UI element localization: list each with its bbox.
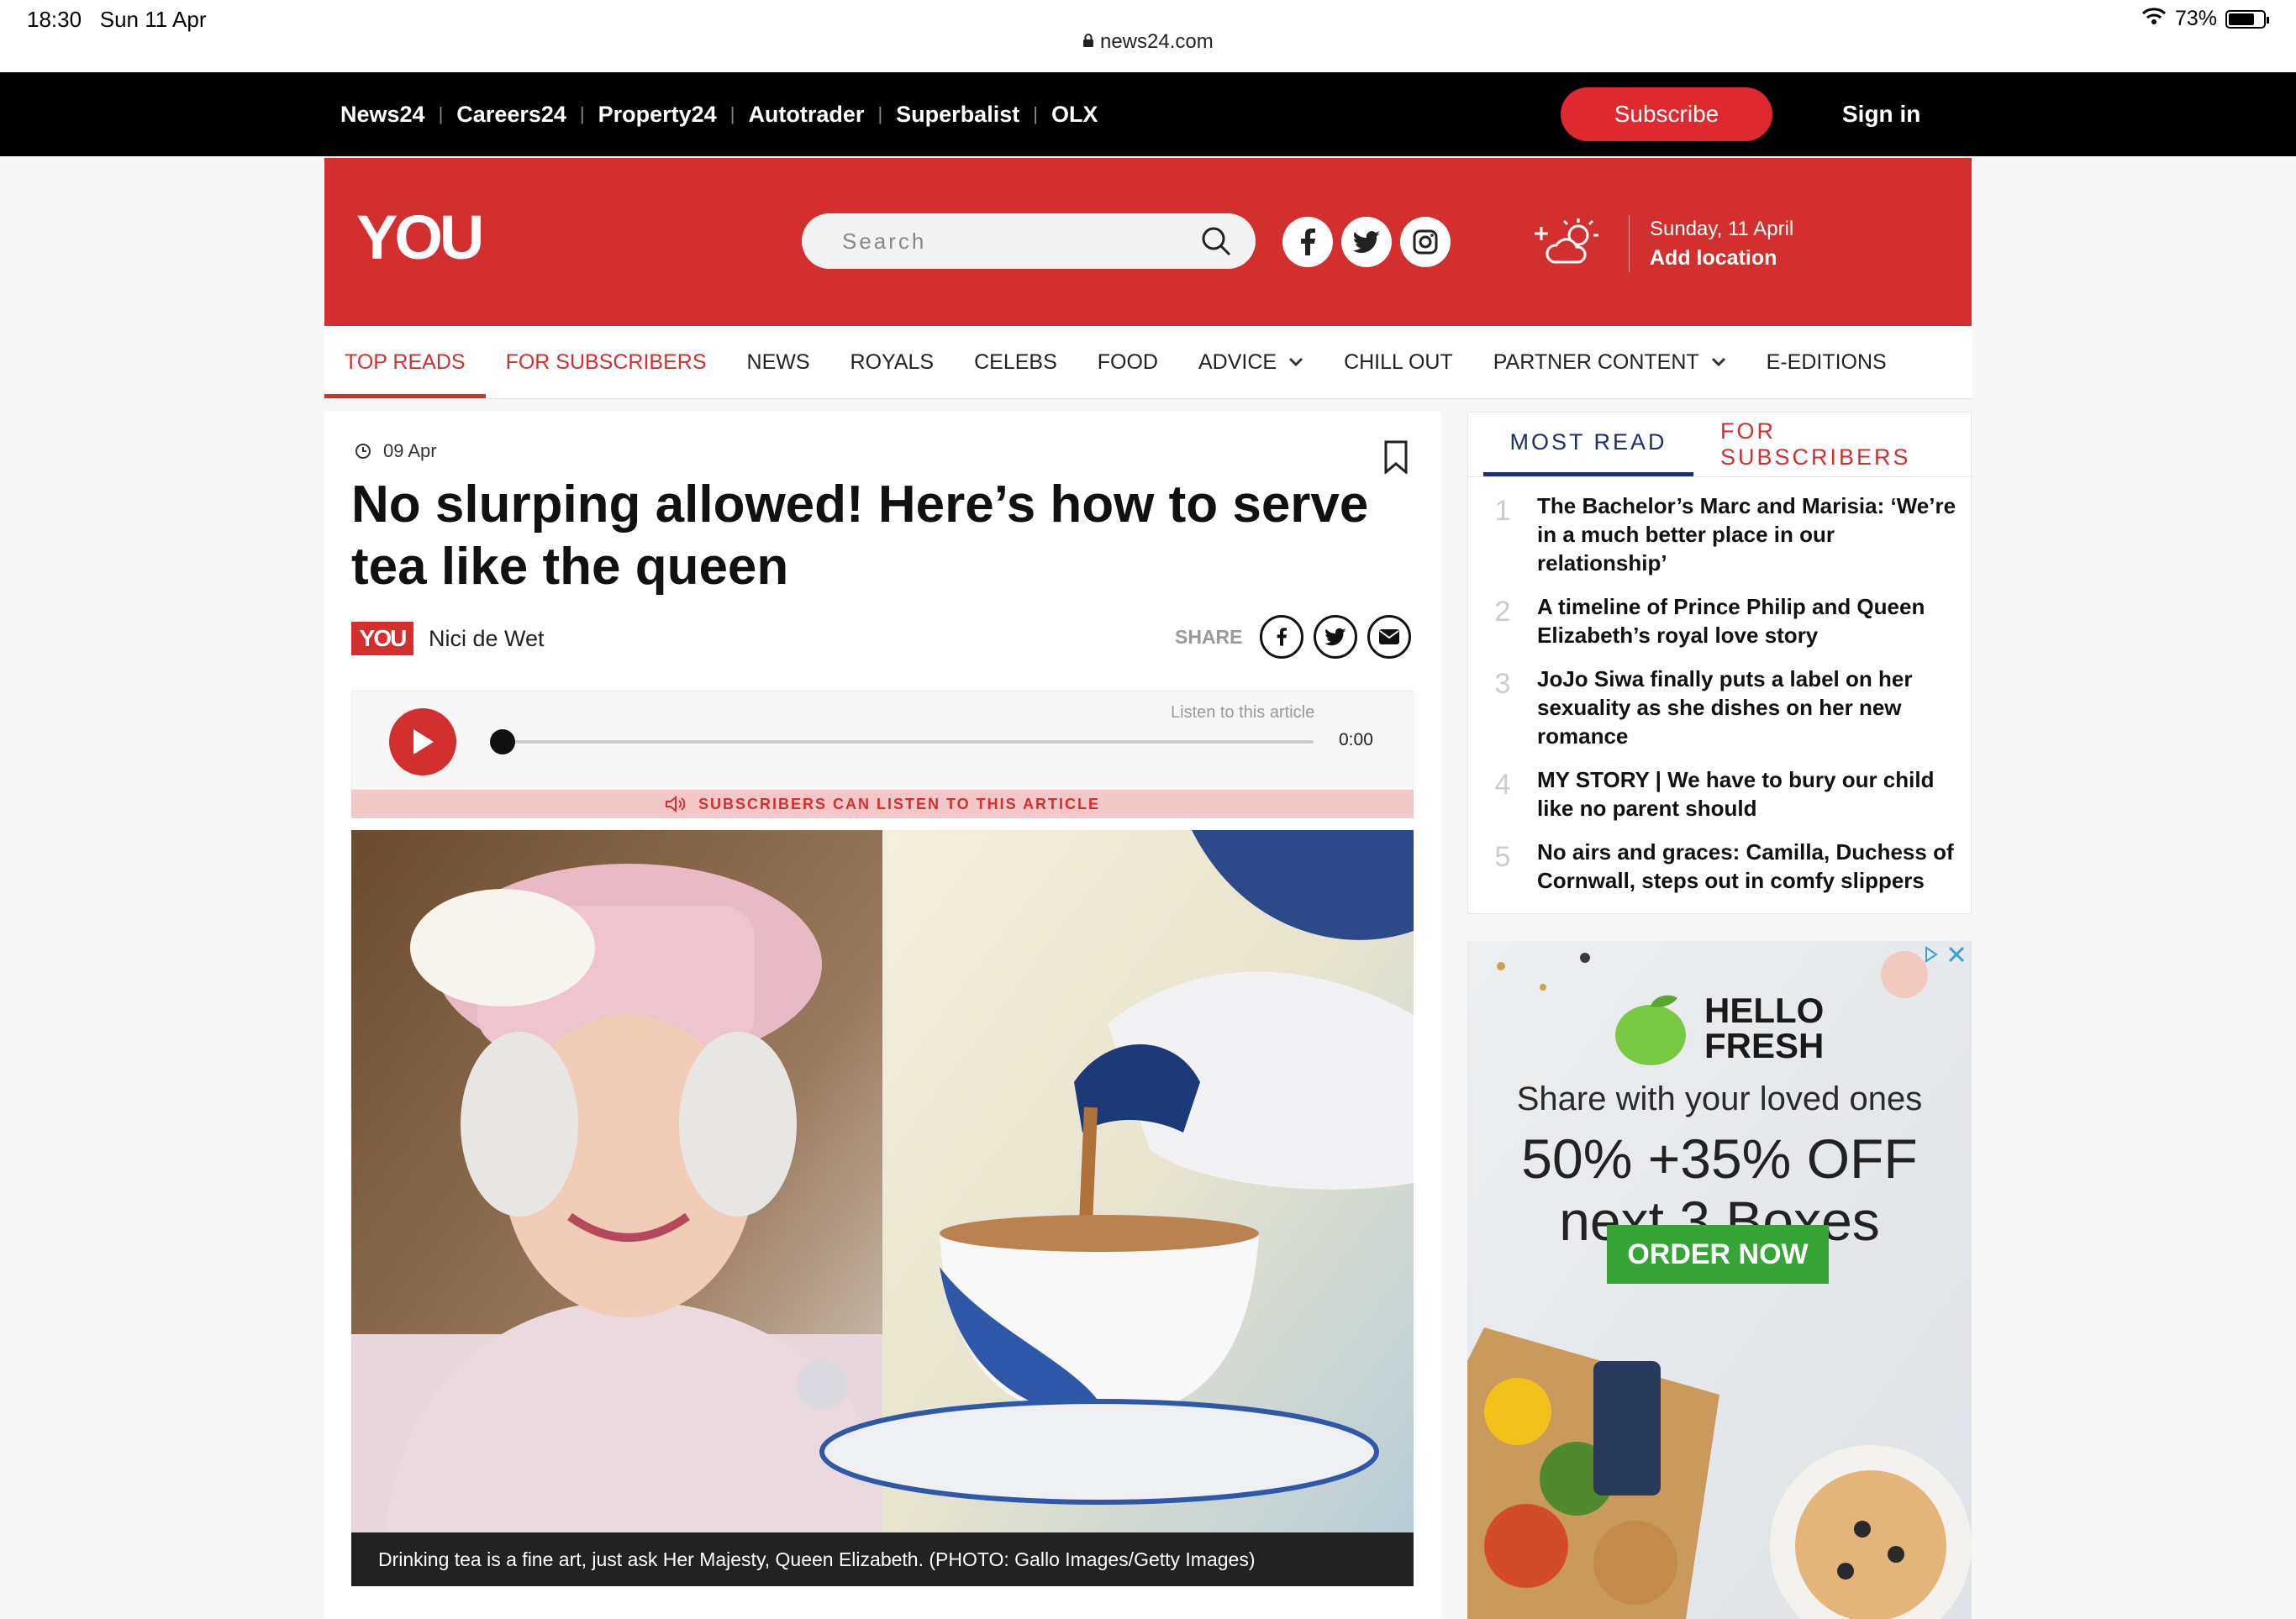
- list-item-number: 3: [1494, 668, 1511, 700]
- address-bar[interactable]: news24.com: [0, 30, 2296, 54]
- ad-tagline: Share with your loved ones: [1516, 1080, 1923, 1117]
- battery-icon: [2225, 9, 2269, 29]
- status-time: 18:30 Sun 11 Apr: [27, 7, 207, 32]
- date-location-block: Sunday, 11 April Add location: [1629, 215, 1793, 272]
- share-twitter-icon[interactable]: [1313, 615, 1357, 659]
- list-item-number: 1: [1494, 495, 1511, 527]
- list-item-title[interactable]: No airs and graces: Camilla, Duchess of …: [1537, 838, 1964, 895]
- search-placeholder: Search: [842, 229, 927, 254]
- instagram-icon[interactable]: [1400, 217, 1451, 267]
- network-link-olx[interactable]: OLX: [1051, 102, 1098, 128]
- photo-caption: Drinking tea is a fine art, just ask Her…: [351, 1532, 1414, 1586]
- network-bar: News24 | Careers24 | Property24 | Autotrade…: [0, 72, 2296, 156]
- list-item[interactable]: 2 A timeline of Prince Philip and Queen …: [1468, 592, 1972, 649]
- browser-status-bar: 18:30 Sun 11 Apr news24.com 73%: [0, 0, 2296, 72]
- audio-time: 0:00: [1339, 730, 1373, 749]
- list-item-number: 5: [1494, 841, 1511, 873]
- audio-progress-track[interactable]: [498, 740, 1314, 744]
- ad-brand: HELLO FRESH: [1704, 991, 1825, 1065]
- url-text: news24.com: [1099, 30, 1214, 53]
- list-item-title[interactable]: JoJo Siwa finally puts a label on her se…: [1537, 665, 1964, 750]
- battery-percent: 73%: [2174, 7, 2217, 30]
- article-dateline: 09 Apr: [355, 440, 437, 462]
- most-read-list: 1 The Bachelor’s Marc and Marisia: ‘We’r…: [1468, 491, 1972, 910]
- nav-news[interactable]: NEWS: [747, 326, 810, 398]
- share-label: SHARE: [1175, 625, 1243, 648]
- list-item[interactable]: 1 The Bachelor’s Marc and Marisia: ‘We’r…: [1468, 491, 1972, 577]
- subscribers-listen-notice: SUBSCRIBERS CAN LISTEN TO THIS ARTICLE: [351, 790, 1414, 818]
- you-logo[interactable]: YOU: [356, 202, 484, 273]
- nav-partner-content-label: PARTNER CONTENT: [1493, 350, 1699, 374]
- speaker-icon: [665, 796, 686, 812]
- audio-player: Listen to this article 0:00: [351, 691, 1414, 790]
- facebook-icon[interactable]: [1282, 217, 1333, 267]
- subscribers-notice-text: SUBSCRIBERS CAN LISTEN TO THIS ARTICLE: [698, 795, 1101, 812]
- bookmark-icon[interactable]: [1383, 440, 1409, 478]
- nav-chill-out[interactable]: CHILL OUT: [1344, 326, 1453, 398]
- lock-icon: [1082, 30, 1100, 53]
- network-link-superbalist[interactable]: Superbalist: [896, 102, 1019, 128]
- tab-for-subscribers[interactable]: FOR SUBSCRIBERS: [1720, 413, 1972, 476]
- you-badge: YOU: [351, 622, 413, 655]
- order-now-button[interactable]: ORDER NOW: [1607, 1225, 1829, 1284]
- share-row: SHARE: [1175, 615, 1411, 659]
- article: 09 Apr No slurping allowed! Here’s how t…: [324, 412, 1440, 1619]
- sign-in-link[interactable]: Sign in: [1842, 72, 1920, 156]
- nav-celebs[interactable]: CELEBS: [974, 326, 1057, 398]
- hellofresh-lime-icon: [1612, 991, 1696, 1071]
- wifi-icon: [2141, 7, 2167, 31]
- chevron-down-icon: [1711, 357, 1725, 367]
- article-headline: No slurping allowed! Here’s how to serve…: [351, 476, 1369, 596]
- list-item-title[interactable]: A timeline of Prince Philip and Queen El…: [1537, 592, 1964, 649]
- nav-partner-content[interactable]: PARTNER CONTENT: [1493, 326, 1726, 398]
- nav-for-subscribers[interactable]: FOR SUBSCRIBERS: [506, 326, 707, 398]
- twitter-icon[interactable]: [1341, 217, 1392, 267]
- article-date: 09 Apr: [383, 440, 437, 461]
- network-link-news24[interactable]: News24: [340, 102, 425, 128]
- article-photo: [351, 830, 1414, 1532]
- add-location-link[interactable]: Add location: [1650, 244, 1793, 272]
- subscribe-button[interactable]: Subscribe: [1561, 87, 1772, 141]
- list-item[interactable]: 4 MY STORY | We have to bury our child l…: [1468, 765, 1972, 823]
- clock-icon: [355, 444, 371, 459]
- share-facebook-icon[interactable]: [1259, 615, 1303, 659]
- listen-label: Listen to this article: [1171, 703, 1315, 722]
- audio-scrubber-handle[interactable]: [490, 729, 515, 754]
- chevron-down-icon: [1289, 357, 1303, 367]
- current-date: Sunday, 11 April: [1650, 218, 1794, 240]
- nav-food[interactable]: FOOD: [1098, 326, 1158, 398]
- nav-advice[interactable]: ADVICE: [1198, 326, 1303, 398]
- list-item-number: 4: [1494, 769, 1511, 801]
- network-links: News24 | Careers24 | Property24 | Autotrade…: [340, 101, 1098, 128]
- network-link-property24[interactable]: Property24: [598, 102, 717, 128]
- hellofresh-ad[interactable]: HELLO FRESH Share with your loved ones 5…: [1467, 941, 1972, 1619]
- search-icon[interactable]: [1200, 225, 1232, 257]
- search-input[interactable]: Search: [802, 213, 1256, 269]
- most-read-tabs: MOST READ FOR SUBSCRIBERS: [1468, 413, 1972, 477]
- site-header: YOU Search Sunday, 11 April Add location: [324, 158, 1972, 326]
- author-name[interactable]: Nici de Wet: [429, 626, 545, 652]
- weather-icon[interactable]: [1533, 215, 1604, 271]
- share-email-icon[interactable]: [1367, 615, 1411, 659]
- ad-choices-close-icon[interactable]: [1923, 944, 1968, 970]
- status-indicators: 73%: [2141, 7, 2269, 31]
- list-item-title[interactable]: MY STORY | We have to bury our child lik…: [1537, 765, 1964, 823]
- play-button[interactable]: [389, 708, 456, 775]
- list-item[interactable]: 3 JoJo Siwa finally puts a label on her …: [1468, 665, 1972, 750]
- list-item-title[interactable]: The Bachelor’s Marc and Marisia: ‘We’re …: [1537, 491, 1964, 577]
- network-link-careers24[interactable]: Careers24: [456, 102, 566, 128]
- nav-advice-label: ADVICE: [1198, 350, 1277, 374]
- network-link-autotrader[interactable]: Autotrader: [748, 102, 864, 128]
- author-row: YOU Nici de Wet: [351, 622, 545, 655]
- tab-most-read[interactable]: MOST READ: [1483, 413, 1693, 476]
- play-icon: [413, 729, 434, 754]
- list-item[interactable]: 5 No airs and graces: Camilla, Duchess o…: [1468, 838, 1972, 895]
- main-nav: TOP READS FOR SUBSCRIBERS NEWS ROYALS CE…: [324, 326, 1972, 399]
- nav-royals[interactable]: ROYALS: [850, 326, 935, 398]
- list-item-number: 2: [1494, 596, 1511, 628]
- nav-e-editions[interactable]: E-EDITIONS: [1767, 326, 1887, 398]
- nav-top-reads[interactable]: TOP READS: [324, 326, 486, 398]
- most-read-panel: MOST READ FOR SUBSCRIBERS 1 The Bachelor…: [1467, 412, 1972, 914]
